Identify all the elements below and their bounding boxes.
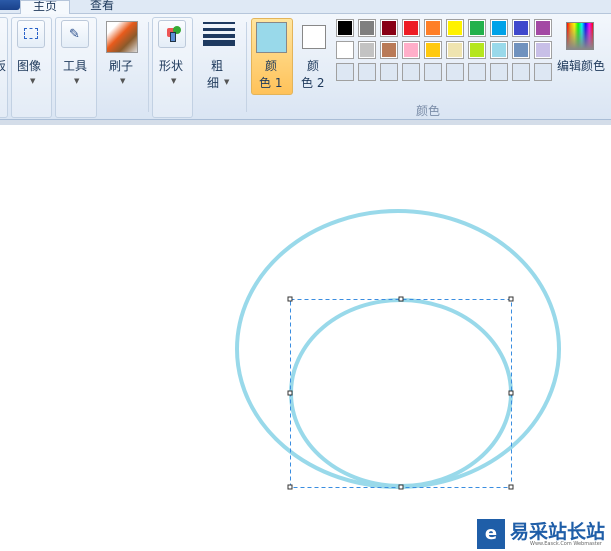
size-label-2[interactable]: 细: [207, 74, 219, 91]
colors-group-label: 颜色: [416, 104, 441, 118]
palette-swatch[interactable]: [534, 41, 552, 59]
color-palette: [336, 19, 556, 85]
palette-swatch[interactable]: [512, 41, 530, 59]
watermark-title: 易采站长站: [510, 521, 606, 543]
color2-swatch: [302, 25, 326, 49]
palette-swatch[interactable]: [336, 41, 354, 59]
image-label: 图像: [17, 59, 42, 73]
select-button[interactable]: [17, 20, 45, 48]
palette-swatch[interactable]: [402, 41, 420, 59]
palette-empty-slot[interactable]: [358, 63, 376, 81]
resize-handle[interactable]: [508, 484, 514, 490]
resize-handle[interactable]: [508, 390, 514, 396]
palette-swatch[interactable]: [380, 19, 398, 37]
palette-swatch[interactable]: [512, 19, 530, 37]
palette-swatch[interactable]: [424, 41, 442, 59]
watermark-subtitle: Www.Easck.Com Webmaster: [530, 541, 602, 547]
drawing-canvas[interactable]: e 易采站长站 Www.Easck.Com Webmaster: [0, 125, 611, 551]
resize-handle[interactable]: [508, 296, 514, 302]
tools-button[interactable]: ✎: [61, 20, 89, 48]
palette-empty-slot[interactable]: [380, 63, 398, 81]
brushes-label[interactable]: 刷子: [109, 57, 133, 74]
tab-view[interactable]: 查看: [82, 0, 122, 14]
large-ellipse: [235, 209, 561, 489]
size-label-1[interactable]: 粗: [211, 57, 223, 74]
resize-handle[interactable]: [398, 484, 404, 490]
resize-handle[interactable]: [287, 296, 293, 302]
pencil-icon: ✎: [69, 27, 80, 42]
palette-swatch[interactable]: [402, 19, 420, 37]
edit-colors-icon[interactable]: [566, 22, 594, 50]
palette-swatch[interactable]: [446, 41, 464, 59]
separator: [246, 22, 247, 112]
chevron-down-icon: ▼: [171, 77, 177, 85]
color1-label-1: 颜: [265, 59, 278, 73]
color1-label-2: 色 1: [259, 76, 283, 90]
palette-swatch[interactable]: [490, 19, 508, 37]
shapes-label: 形状: [159, 59, 184, 73]
chevron-down-icon: ▼: [120, 77, 126, 85]
brush-icon[interactable]: [106, 21, 138, 53]
palette-swatch[interactable]: [534, 19, 552, 37]
palette-swatch[interactable]: [468, 41, 486, 59]
palette-empty-slot[interactable]: [424, 63, 442, 81]
palette-swatch[interactable]: [424, 19, 442, 37]
palette-empty-slot[interactable]: [468, 63, 486, 81]
small-ellipse: [289, 298, 513, 488]
palette-empty-slot[interactable]: [490, 63, 508, 81]
separator: [148, 22, 149, 112]
tab-home[interactable]: 主页: [20, 0, 70, 14]
chevron-down-icon: ▼: [224, 78, 230, 86]
size-icon[interactable]: [203, 22, 235, 46]
color2-label-2: 色 2: [301, 76, 325, 90]
palette-swatch[interactable]: [380, 41, 398, 59]
palette-empty-slot[interactable]: [402, 63, 420, 81]
color1-swatch: [256, 22, 287, 53]
palette-swatch[interactable]: [468, 19, 486, 37]
palette-empty-slot[interactable]: [336, 63, 354, 81]
palette-empty-slot[interactable]: [512, 63, 530, 81]
palette-swatch[interactable]: [490, 41, 508, 59]
palette-swatch[interactable]: [358, 19, 376, 37]
palette-empty-slot[interactable]: [446, 63, 464, 81]
resize-handle[interactable]: [287, 484, 293, 490]
select-icon: [24, 28, 38, 39]
palette-empty-slot[interactable]: [534, 63, 552, 81]
shapes-button[interactable]: [158, 20, 186, 48]
chevron-down-icon: ▼: [74, 77, 80, 85]
palette-swatch[interactable]: [336, 19, 354, 37]
edit-colors-button[interactable]: 编辑颜色: [557, 57, 605, 74]
palette-swatch[interactable]: [358, 41, 376, 59]
tools-label: 工具: [63, 59, 88, 73]
watermark-logo-icon: e: [477, 519, 505, 549]
clipboard-label[interactable]: 板: [0, 57, 6, 74]
palette-swatch[interactable]: [446, 19, 464, 37]
chevron-down-icon: ▼: [30, 77, 36, 85]
resize-handle[interactable]: [398, 296, 404, 302]
app-menu-button[interactable]: [0, 0, 20, 10]
color2-label-1: 颜: [307, 59, 320, 73]
resize-handle[interactable]: [287, 390, 293, 396]
